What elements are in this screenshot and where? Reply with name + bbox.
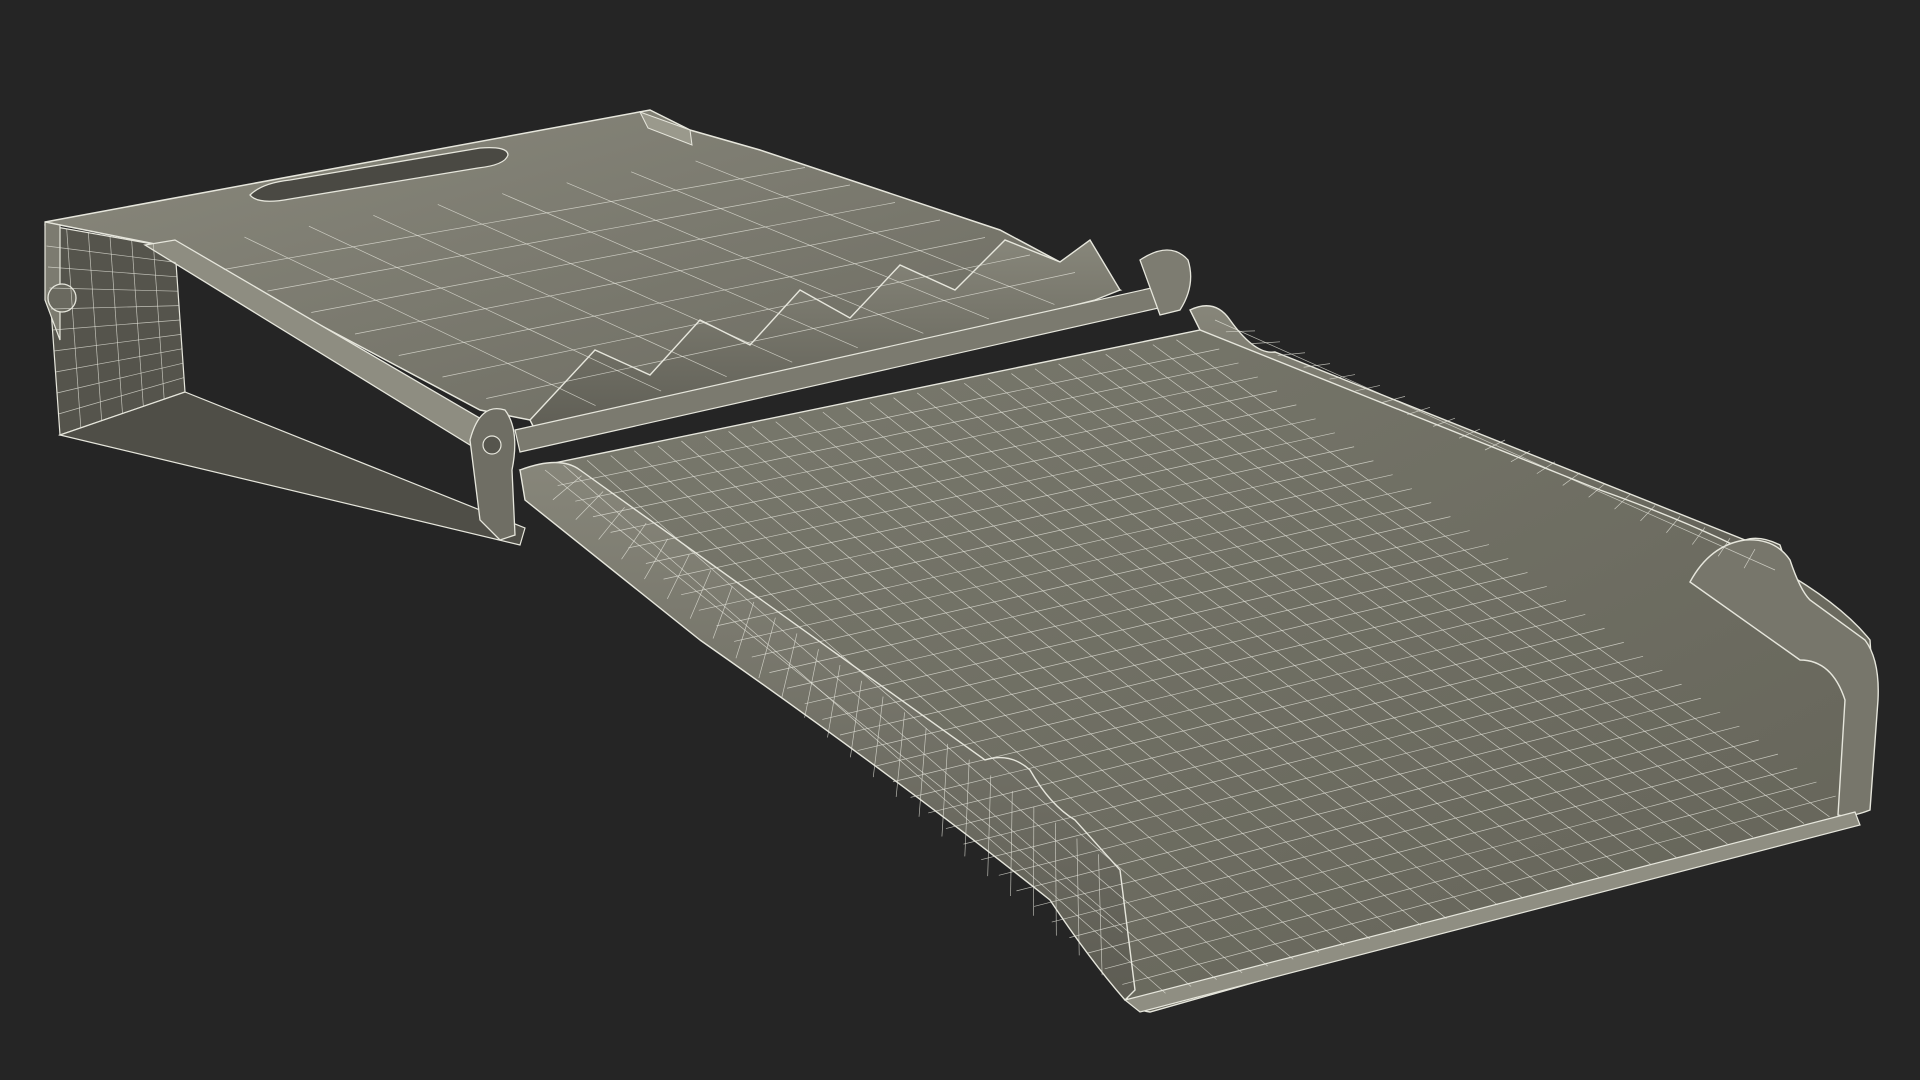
render-viewport — [0, 0, 1920, 1080]
tray-back-wall-mesh-line — [1251, 341, 1281, 344]
tray-floor — [518, 329, 1874, 1013]
hinge-bolt — [482, 435, 502, 455]
wireframe-render — [44, 109, 1879, 1013]
front-tray — [518, 305, 1879, 1013]
